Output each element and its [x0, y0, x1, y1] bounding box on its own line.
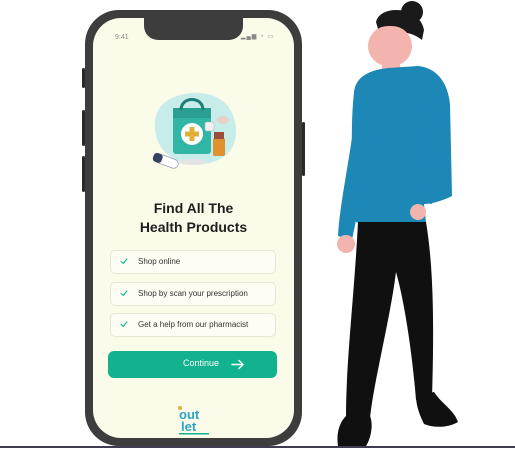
- title-line-2: Health Products: [139, 219, 248, 235]
- phone-power-button: [302, 122, 305, 176]
- continue-button-label: Continue: [182, 358, 219, 368]
- phone-volume-down: [82, 156, 85, 192]
- feature-item-pharmacist-help: Get a help from our pharmacist: [110, 313, 276, 337]
- page-title: Find All The Health Products: [93, 199, 294, 237]
- health-products-illustration: [152, 92, 236, 169]
- phone-notch: [144, 18, 243, 40]
- title-line-1: Find All The: [153, 200, 234, 216]
- check-icon: [120, 258, 128, 265]
- phone-side-button: [82, 68, 85, 88]
- feature-item-scan-prescription: Shop by scan your prescription: [110, 282, 276, 306]
- outlet-logo: out let: [178, 406, 209, 435]
- feature-label: Shop online: [138, 257, 181, 266]
- feature-label: Get a help from our pharmacist: [138, 320, 249, 329]
- standing-person-illustration: [337, 1, 458, 446]
- continue-button[interactable]: Continue: [108, 351, 277, 378]
- check-icon: [120, 321, 128, 328]
- feature-item-shop-online: Shop online: [110, 250, 276, 274]
- status-icons: ▂▄▆ ◔ ▭: [240, 34, 274, 40]
- feature-label: Shop by scan your prescription: [138, 289, 248, 298]
- phone-screen: 9:41 ▂▄▆ ◔ ▭ Find All The Health Product…: [93, 18, 294, 438]
- check-icon: [120, 290, 128, 297]
- logo-word-bottom: let: [181, 419, 197, 434]
- phone-volume-up: [82, 110, 85, 146]
- phone-frame: 9:41 ▂▄▆ ◔ ▭ Find All The Health Product…: [82, 10, 305, 446]
- status-time: 9:41: [115, 34, 129, 41]
- arrow-right-icon: [231, 359, 244, 370]
